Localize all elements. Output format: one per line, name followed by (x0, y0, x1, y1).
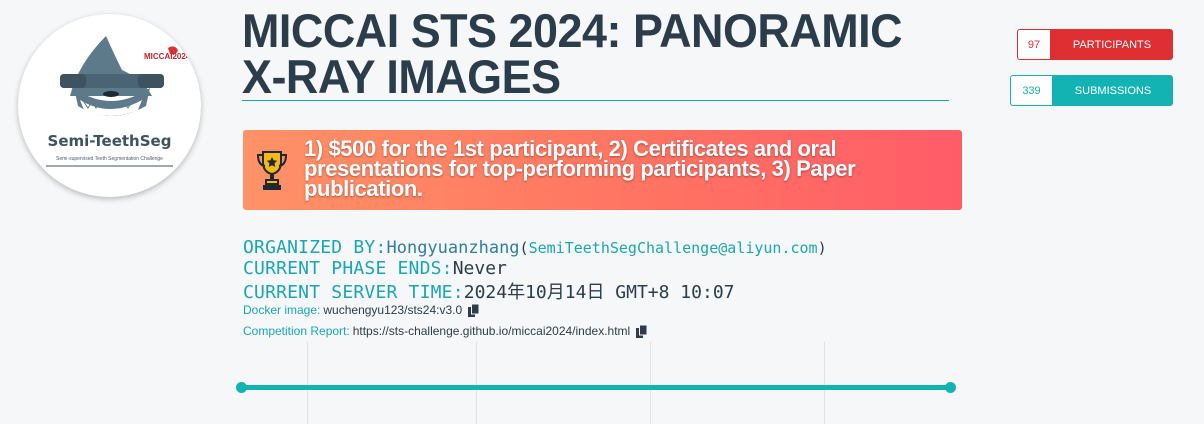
competition-title-line-2: X-RAY IMAGES (242, 50, 561, 103)
timeline-start-marker[interactable] (236, 382, 247, 393)
phase-ends-row: CURRENT PHASE ENDS:Never (243, 258, 507, 279)
organizer-email-link[interactable]: SemiTeethSegChallenge@aliyun.com (529, 239, 818, 257)
competition-logo: MICCAI2024 Semi-TeethSeg Semi-supervised… (18, 14, 201, 197)
paren-open: ( (519, 239, 529, 257)
organized-by-label: ORGANIZED BY: (243, 237, 387, 258)
phase-ends-label: CURRENT PHASE ENDS: (243, 258, 453, 279)
submissions-count: 339 (1010, 75, 1053, 106)
timeline-divider (307, 342, 308, 424)
server-time-value: 2024年10月14日 GMT+8 10:07 (463, 282, 735, 303)
logo-subtitle: Semi-supervised Teeth Segmentation Chall… (56, 156, 163, 162)
organizer-link[interactable]: Hongyuanzhang (386, 238, 519, 258)
timeline-divider (476, 342, 477, 424)
prize-description: 1) $500 for the 1st participant, 2) Cert… (304, 136, 856, 201)
server-time-row: CURRENT SERVER TIME:2024年10月14日 GMT+8 10… (243, 278, 735, 304)
competition-report-label: Competition Report: (243, 324, 350, 338)
competition-title-line-1: MICCAI STS 2024: PANORAMIC (242, 4, 903, 57)
copy-icon[interactable] (468, 303, 480, 317)
timeline-divider (824, 342, 825, 424)
docker-image-row: Docker image: wuchengyu123/sts24:v3.0 (243, 303, 480, 317)
timeline-end-marker[interactable] (945, 382, 956, 393)
phase-timeline-track (241, 385, 950, 390)
participants-label: PARTICIPANTS (1051, 29, 1173, 60)
trophy-icon (256, 151, 288, 190)
submissions-badge[interactable]: 339 SUBMISSIONS (1010, 75, 1173, 106)
paren-close: ) (817, 239, 827, 257)
participants-badge[interactable]: 97 PARTICIPANTS (1017, 29, 1173, 60)
competition-title: MICCAI STS 2024: PANORAMIC X-RAY IMAGES (242, 4, 949, 103)
organized-by-row: ORGANIZED BY:Hongyuanzhang(SemiTeethSegC… (243, 237, 827, 258)
timeline-divider (650, 342, 651, 424)
logo-brand-text: MICCAI2024 (144, 52, 191, 61)
competition-report-row: Competition Report: https://sts-challeng… (243, 324, 648, 338)
participants-count: 97 (1017, 29, 1051, 60)
competition-report-link[interactable]: https://sts-challenge.github.io/miccai20… (353, 324, 630, 338)
docker-image-label: Docker image: (243, 303, 321, 317)
docker-image-value: wuchengyu123/sts24:v3.0 (323, 303, 463, 317)
submissions-label: SUBMISSIONS (1053, 75, 1173, 106)
server-time-label: CURRENT SERVER TIME: (243, 282, 464, 303)
logo-title: Semi-TeethSeg (47, 132, 172, 150)
shark-teeth-logo-icon (46, 36, 178, 167)
copy-icon[interactable] (636, 324, 648, 338)
phase-ends-value: Never (452, 258, 507, 279)
prize-banner: 1) $500 for the 1st participant, 2) Cert… (243, 130, 962, 210)
